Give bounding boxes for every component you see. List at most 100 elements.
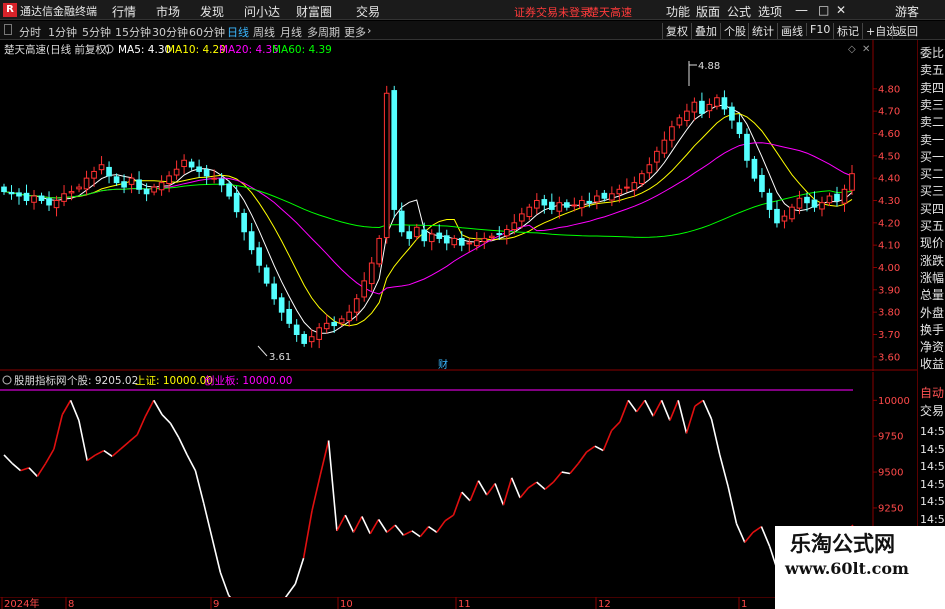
- period-1min[interactable]: 1分钟: [48, 24, 77, 40]
- maximize-icon[interactable]: □: [818, 3, 829, 17]
- ma60-label: MA60: 4.39: [272, 44, 332, 56]
- menu-ask-xiaoda[interactable]: 问小达: [244, 3, 280, 20]
- candle-up: [353, 298, 360, 313]
- candle-down: [278, 297, 285, 313]
- period-60min[interactable]: 60分钟: [189, 24, 225, 40]
- side-panel-item[interactable]: 涨跌: [920, 254, 944, 268]
- candlestick-chart[interactable]: 楚天高速(日线 前复权) MA5: 4.30 MA10: 4.29 MA20: …: [0, 40, 917, 371]
- side-panel-item[interactable]: 买二: [920, 167, 944, 181]
- side-panel-item[interactable]: 14:56: [920, 443, 945, 457]
- side-panel-item[interactable]: 涨幅: [920, 271, 944, 285]
- back-button[interactable]: 返回: [892, 23, 918, 39]
- period-more[interactable]: 更多: [344, 24, 366, 40]
- period-monthly[interactable]: 月线: [280, 24, 302, 40]
- chart-collapse-icon[interactable]: ◇: [848, 44, 856, 55]
- candle-down: [331, 321, 338, 327]
- side-panel-item[interactable]: 卖二: [920, 115, 944, 129]
- high-price-label: 4.88: [698, 61, 720, 72]
- price-tick-label: 3.90: [878, 285, 900, 296]
- login-warning[interactable]: 证券交易未登录: [514, 4, 591, 20]
- period-30min[interactable]: 30分钟: [152, 24, 188, 40]
- candle-up: [639, 173, 645, 185]
- candle-up: [654, 150, 660, 163]
- side-panel-item[interactable]: 换手: [920, 323, 944, 337]
- tool-layout[interactable]: 版面: [696, 3, 720, 20]
- period-multi[interactable]: 多周期: [307, 24, 340, 40]
- indicator-sh-value: 上证: 10000.00: [135, 375, 213, 387]
- candle-up: [684, 110, 690, 122]
- tool-functions[interactable]: 功能: [666, 3, 690, 20]
- side-panel-item[interactable]: 14:56: [920, 513, 945, 527]
- overlay-button[interactable]: 叠加: [691, 23, 717, 39]
- side-panel-item[interactable]: 交易: [920, 404, 944, 418]
- candle-down: [601, 192, 608, 199]
- chevron-right-icon[interactable]: ›: [367, 24, 371, 37]
- candle-up: [316, 327, 323, 340]
- candle-up: [128, 177, 135, 185]
- candle-down: [721, 97, 728, 110]
- period-intraday[interactable]: 分时: [19, 24, 41, 40]
- side-panel-item[interactable]: 买三: [920, 184, 944, 198]
- adjust-button[interactable]: 复权: [662, 23, 688, 39]
- side-panel-item[interactable]: 卖五: [920, 63, 944, 77]
- candle-down: [766, 192, 773, 210]
- candle-down: [1, 186, 7, 193]
- mark-button[interactable]: 标记: [833, 23, 859, 39]
- side-panel-item[interactable]: 外盘: [920, 306, 944, 320]
- price-tick-label: 4.30: [878, 196, 900, 207]
- period-15min[interactable]: 15分钟: [115, 24, 151, 40]
- price-tick-label: 4.80: [878, 84, 900, 95]
- side-panel-item[interactable]: 委比: [920, 46, 944, 60]
- stats-button[interactable]: 统计: [748, 23, 774, 39]
- side-panel-item[interactable]: 买四: [920, 202, 944, 216]
- candle-up: [151, 186, 157, 193]
- candle-up: [91, 170, 97, 179]
- panel-toggle-icon[interactable]: [4, 24, 12, 35]
- candle-down: [751, 158, 758, 179]
- side-panel-item[interactable]: 收益: [920, 357, 944, 371]
- stock-button[interactable]: 个股: [720, 23, 746, 39]
- menu-market-quotes[interactable]: 行情: [112, 3, 136, 20]
- side-panel-item[interactable]: 卖三: [920, 98, 944, 112]
- close-icon[interactable]: ✕: [836, 3, 846, 17]
- menu-trade[interactable]: 交易: [356, 3, 380, 20]
- candle-up: [83, 177, 90, 190]
- side-panel-item[interactable]: 净资: [920, 340, 944, 354]
- candle-down: [564, 202, 570, 208]
- side-panel-item[interactable]: 14:56: [920, 460, 945, 474]
- candle-up: [308, 336, 315, 343]
- side-panel-item[interactable]: 14:56: [920, 495, 945, 509]
- side-panel-item[interactable]: 卖一: [920, 133, 944, 147]
- menu-discover[interactable]: 发现: [200, 3, 224, 20]
- minimize-icon[interactable]: —: [795, 3, 808, 18]
- side-panel-item[interactable]: 卖四: [920, 81, 944, 95]
- tool-options[interactable]: 选项: [758, 3, 782, 20]
- candle-down: [811, 199, 818, 208]
- side-panel-item[interactable]: 14:56: [920, 425, 945, 439]
- finance-marker[interactable]: 财: [438, 358, 448, 371]
- title-stock-name: 楚天高速: [588, 6, 632, 19]
- side-panel-item[interactable]: 总量: [920, 288, 944, 302]
- side-panel-item[interactable]: 14:56: [920, 478, 945, 492]
- candle-up: [669, 126, 675, 141]
- chart-close-icon[interactable]: ✕: [862, 44, 870, 55]
- candle-down: [46, 198, 52, 206]
- side-panel-item[interactable]: 自动: [920, 386, 944, 400]
- period-weekly[interactable]: 周线: [253, 24, 275, 40]
- side-panel-item[interactable]: 现价: [920, 236, 944, 250]
- side-panel-item[interactable]: 买一: [920, 150, 944, 164]
- side-panel-item[interactable]: 买五: [920, 219, 944, 233]
- f10-button[interactable]: F10: [806, 23, 830, 36]
- candle-down: [218, 178, 225, 186]
- candle-up: [53, 199, 60, 209]
- period-daily[interactable]: 日线: [227, 24, 249, 40]
- draw-button[interactable]: 画线: [777, 23, 803, 39]
- menu-market[interactable]: 市场: [156, 3, 180, 20]
- menu-wealth-circle[interactable]: 财富圈: [296, 3, 332, 20]
- period-5min[interactable]: 5分钟: [82, 24, 111, 40]
- guest-label[interactable]: 游客: [895, 3, 919, 20]
- candle-up: [533, 199, 540, 209]
- tool-formula[interactable]: 公式: [727, 3, 751, 20]
- candle-up: [76, 186, 82, 190]
- price-tick-label: 4.20: [878, 218, 900, 229]
